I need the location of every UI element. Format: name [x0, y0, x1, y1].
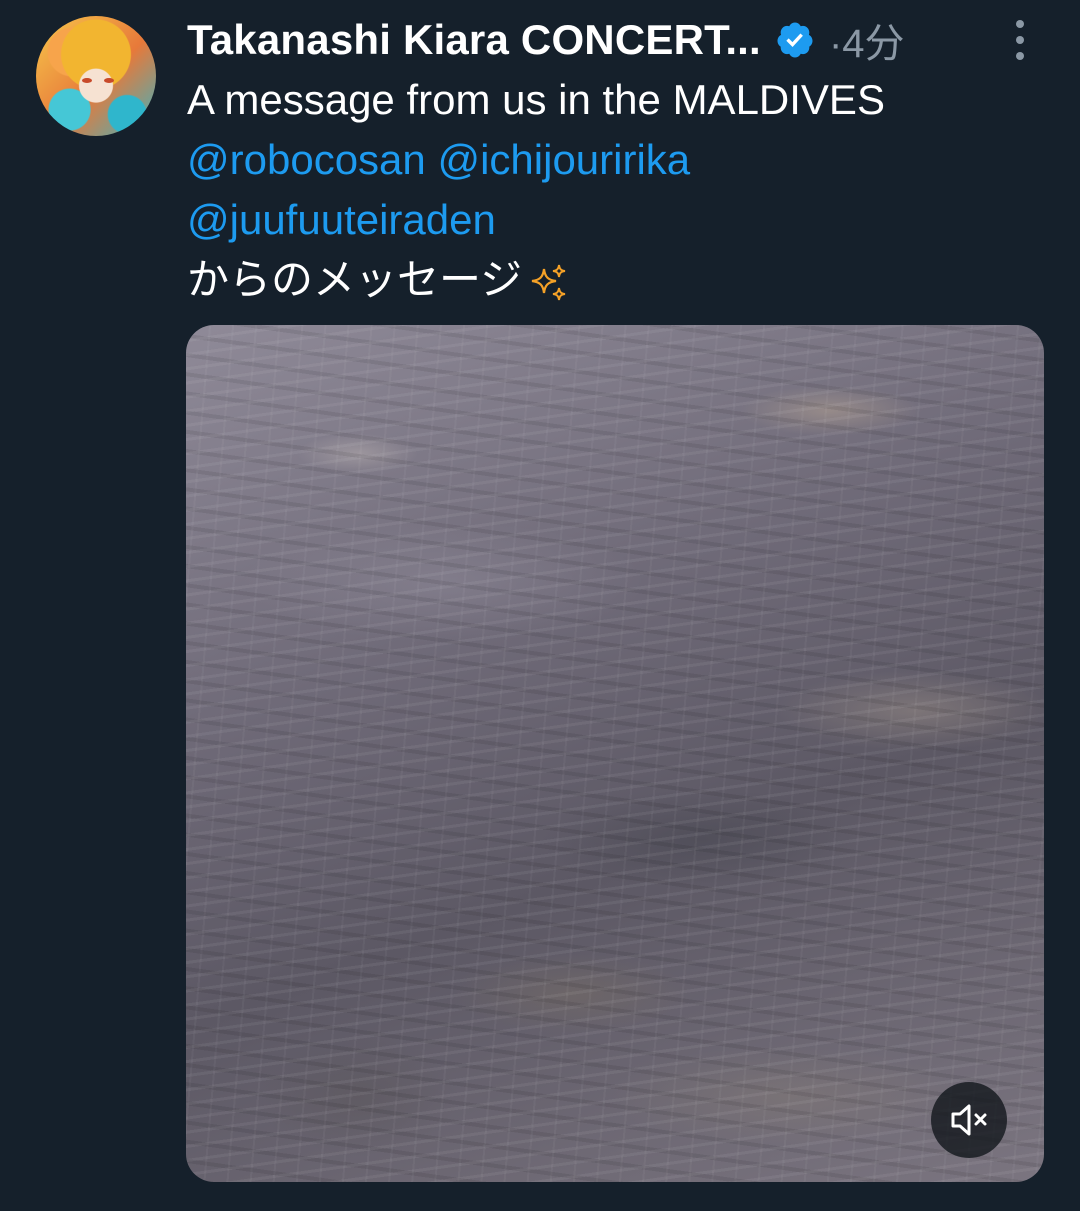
unmute-button[interactable]: [931, 1082, 1007, 1158]
tweet[interactable]: Takanashi Kiara CONCERT... ·4分 A message…: [0, 0, 1080, 1211]
avatar[interactable]: [36, 16, 156, 136]
timestamp[interactable]: ·4分: [829, 11, 905, 69]
tweet-text: A message from us in the MALDIVES @roboc…: [187, 70, 1047, 310]
tweet-text-line: @robocosan @ichijouririka: [187, 130, 1047, 190]
more-dot: [1016, 20, 1024, 28]
tweet-header: Takanashi Kiara CONCERT... ·4分: [187, 12, 1047, 68]
tweet-text-line: からのメッセージ: [187, 250, 1047, 310]
sparkles-icon: [532, 264, 566, 301]
time-label: 4分: [842, 22, 905, 66]
tweet-text-japanese: からのメッセージ: [187, 256, 523, 303]
mention-link[interactable]: @robocosan: [187, 136, 426, 183]
verified-badge-icon: [777, 22, 813, 58]
more-options-icon[interactable]: [1008, 20, 1032, 60]
tweet-text-line: A message from us in the MALDIVES: [187, 76, 885, 123]
separator-dot: ·: [828, 22, 843, 66]
avatar-eye-right: [104, 78, 114, 83]
mention-link[interactable]: @ichijouririka: [437, 136, 690, 183]
video-player[interactable]: [186, 325, 1044, 1182]
more-dot: [1016, 36, 1024, 44]
more-dot: [1016, 52, 1024, 60]
avatar-eye-left: [82, 78, 92, 83]
tweet-text-line: @juufuuteiraden: [187, 190, 1047, 250]
video-frame: [186, 325, 1044, 1182]
mention-link[interactable]: @juufuuteiraden: [187, 196, 496, 243]
muted-speaker-icon: [951, 1104, 987, 1136]
display-name[interactable]: Takanashi Kiara CONCERT...: [187, 16, 761, 64]
